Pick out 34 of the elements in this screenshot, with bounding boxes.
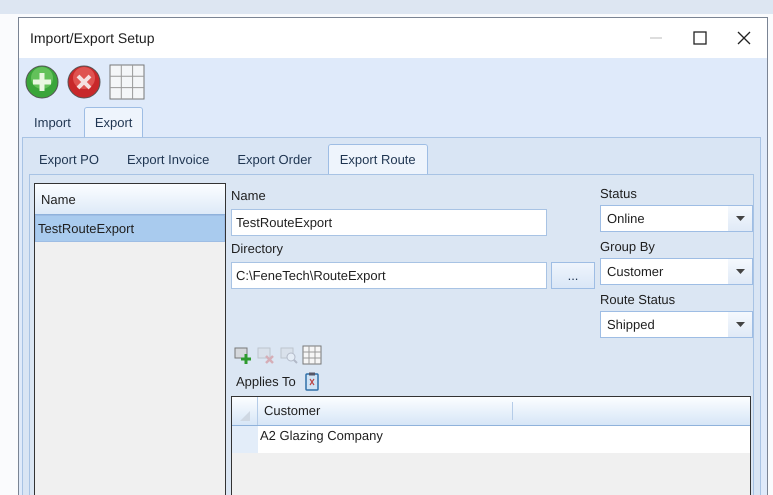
column-header: Name [35,184,225,215]
tab[interactable]: Export PO [27,144,111,174]
field-label: Status [600,185,638,203]
grid-icon[interactable] [302,345,322,365]
dropdown-arrow-icon [736,216,744,221]
add-icon[interactable] [25,65,59,99]
dropdown[interactable]: Online [600,205,753,232]
dropdown-arrow-icon [736,322,744,327]
add-row-icon[interactable] [233,345,253,365]
dropdown[interactable]: Customer [600,258,753,285]
delete-icon[interactable] [67,65,101,99]
applies-to-label: Applies To [236,374,296,388]
window-title: Import/Export Setup [30,30,155,46]
tab[interactable]: Export Route [328,144,428,174]
field-label: Group By [600,238,656,256]
close-icon[interactable] [737,31,751,45]
dropdown[interactable]: Shipped [600,311,753,338]
name-field[interactable]: TestRouteExport [231,209,547,236]
directory-field[interactable]: C:\FeneTech\RouteExport [231,262,547,289]
browse-button[interactable]: ... [551,262,595,289]
tab[interactable]: Export Invoice [114,144,222,174]
field-label: Directory [231,240,284,258]
list-item[interactable]: TestRouteExport [35,215,225,242]
maximize-icon[interactable] [693,31,707,45]
clipboard-icon[interactable] [304,372,319,390]
dropdown-arrow-icon [736,269,744,274]
table-cell-text: A2 Glazing Company [259,427,383,445]
corner-icon [240,411,250,421]
grid-icon[interactable] [109,64,145,100]
field-label: Name [231,187,267,205]
tab[interactable]: Export [84,107,144,137]
field-label: Route Status [600,291,676,309]
tab[interactable]: Import [23,107,82,137]
tab[interactable]: Export Order [225,144,324,174]
